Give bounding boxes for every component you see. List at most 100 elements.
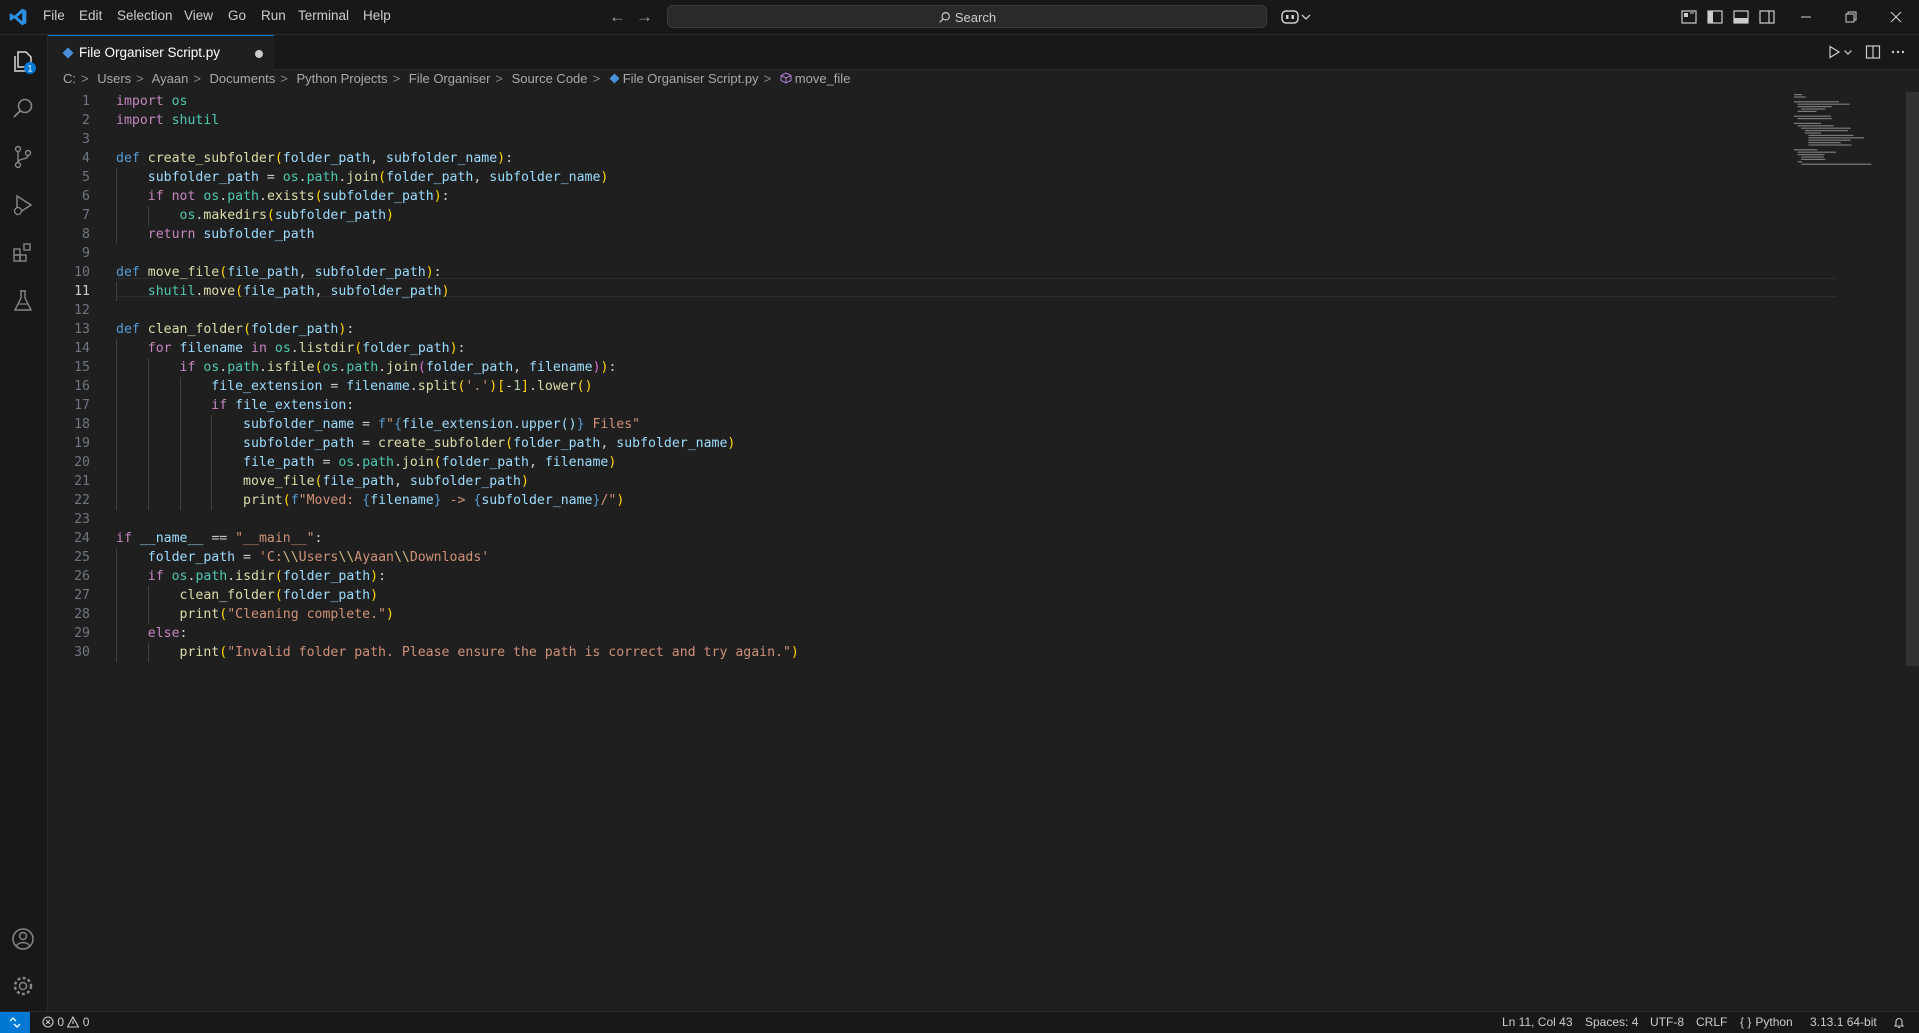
- code-line[interactable]: 28 print("Cleaning complete."): [48, 605, 1788, 624]
- minimize-icon[interactable]: [1797, 8, 1815, 26]
- testing-icon[interactable]: [10, 288, 36, 314]
- code-line[interactable]: 15 if os.path.isfile(os.path.join(folder…: [48, 358, 1788, 377]
- menu-edit[interactable]: Edit: [79, 8, 102, 23]
- tab-file-organiser-script[interactable]: File Organiser Script.py: [48, 35, 274, 70]
- code-line[interactable]: 25 folder_path = 'C:\\Users\\Ayaan\\Down…: [48, 548, 1788, 567]
- code-line[interactable]: 10 def move_file(file_path, subfolder_pat…: [48, 263, 1788, 282]
- code-line[interactable]: 24 if __name__ == "__main__":: [48, 529, 1788, 548]
- code-line[interactable]: 19 subfolder_path = create_subfolder(fol…: [48, 434, 1788, 453]
- code-line[interactable]: 6 if not os.path.exists(subfolder_path):: [48, 187, 1788, 206]
- unsaved-dot-icon[interactable]: [255, 50, 263, 58]
- code-line[interactable]: 16 file_extension = filename.split('.')[…: [48, 377, 1788, 396]
- toggle-panel-icon[interactable]: [1732, 8, 1750, 26]
- language-mode[interactable]: { } Python: [1740, 1015, 1793, 1029]
- source-control-icon[interactable]: [10, 144, 36, 170]
- bell-icon[interactable]: [1893, 1016, 1905, 1029]
- breadcrumb: C: > Users > Ayaan > Documents > Python Proj…: [63, 71, 851, 86]
- code-line[interactable]: 8 return subfolder_path: [48, 225, 1788, 244]
- breadcrumb-symbol[interactable]: move_file: [795, 71, 851, 86]
- line-number: 1: [82, 94, 90, 109]
- breadcrumb-file[interactable]: File Organiser Script.py: [623, 71, 759, 86]
- line-number: 9: [82, 246, 90, 261]
- breadcrumb-item[interactable]: Users: [97, 71, 131, 86]
- command-center-search[interactable]: Search: [667, 5, 1267, 28]
- search-view-icon[interactable]: [10, 96, 36, 122]
- line-number: 10: [74, 265, 90, 280]
- code-line[interactable]: 17 if file_extension:: [48, 396, 1788, 415]
- arrow-left-icon[interactable]: ←: [609, 7, 626, 27]
- breadcrumb-item[interactable]: Ayaan: [152, 71, 189, 86]
- manage-gear-icon[interactable]: [10, 973, 36, 999]
- code-line[interactable]: 14 for filename in os.listdir(folder_pat…: [48, 339, 1788, 358]
- code-line[interactable]: 4 def create_subfolder(folder_path, subfo…: [48, 149, 1788, 168]
- title-bar: File Edit Selection View Go Run Terminal…: [0, 0, 1919, 35]
- python-interpreter[interactable]: 3.13.1 64-bit: [1810, 1015, 1877, 1029]
- code-line[interactable]: 30 print("Invalid folder path. Please en…: [48, 643, 1788, 662]
- toggle-secondary-sidebar-icon[interactable]: [1758, 8, 1776, 26]
- remote-indicator[interactable]: [0, 1012, 30, 1033]
- code-line[interactable]: 5 subfolder_path = os.path.join(folder_p…: [48, 168, 1788, 187]
- code-line[interactable]: 23: [48, 510, 1788, 529]
- code-line[interactable]: 2 import shutil: [48, 111, 1788, 130]
- code-line[interactable]: 11 shutil.move(file_path, subfolder_path…: [48, 282, 1788, 301]
- breadcrumb-item[interactable]: Documents: [210, 71, 276, 86]
- vertical-scrollbar[interactable]: [1906, 92, 1919, 666]
- breadcrumb-item[interactable]: C:: [63, 71, 76, 86]
- indent-guide: [147, 586, 149, 605]
- line-number: 30: [74, 645, 90, 660]
- code-line[interactable]: 1 import os: [48, 92, 1788, 111]
- code-line[interactable]: 12: [48, 301, 1788, 320]
- run-debug-icon[interactable]: [10, 192, 36, 218]
- minimap[interactable]: [1790, 92, 1890, 172]
- toggle-primary-sidebar-icon[interactable]: [1706, 8, 1724, 26]
- code-line[interactable]: 29 else:: [48, 624, 1788, 643]
- menu-file[interactable]: File: [43, 8, 65, 23]
- run-icon[interactable]: [1826, 44, 1842, 60]
- layout-icon[interactable]: [1680, 8, 1698, 26]
- problems-indicator[interactable]: 0 0: [42, 1015, 89, 1029]
- more-actions-icon[interactable]: [1890, 44, 1906, 60]
- chevron-down-icon[interactable]: [1301, 8, 1311, 26]
- split-editor-icon[interactable]: [1865, 44, 1881, 60]
- code-line[interactable]: 26 if os.path.isdir(folder_path):: [48, 567, 1788, 586]
- menu-go[interactable]: Go: [228, 8, 246, 23]
- breadcrumb-item[interactable]: File Organiser: [409, 71, 491, 86]
- code-line[interactable]: 9: [48, 244, 1788, 263]
- explorer-icon[interactable]: 1: [10, 48, 36, 74]
- minimap-line: [1797, 103, 1850, 105]
- menu-help[interactable]: Help: [363, 8, 391, 23]
- indent-guide: [179, 377, 181, 396]
- arrow-right-icon[interactable]: →: [636, 7, 653, 27]
- menu-terminal[interactable]: Terminal: [298, 8, 349, 23]
- menu-view[interactable]: View: [184, 8, 213, 23]
- restore-icon[interactable]: [1842, 8, 1860, 26]
- end-of-line[interactable]: CRLF: [1696, 1015, 1727, 1029]
- code-line[interactable]: 22 print(f"Moved: {filename} -> {subfold…: [48, 491, 1788, 510]
- code-line[interactable]: 20 file_path = os.path.join(folder_path,…: [48, 453, 1788, 472]
- copilot-icon[interactable]: [1280, 8, 1300, 26]
- code-text: if __name__ == "__main__":: [116, 531, 323, 546]
- code-line[interactable]: 3: [48, 130, 1788, 149]
- indentation[interactable]: Spaces: 4: [1585, 1015, 1638, 1029]
- indent-guide: [147, 396, 149, 415]
- code-line[interactable]: 7 os.makedirs(subfolder_path): [48, 206, 1788, 225]
- explorer-badge: 1: [27, 64, 32, 74]
- breadcrumb-item[interactable]: Python Projects: [297, 71, 388, 86]
- breadcrumb-item[interactable]: Source Code: [512, 71, 588, 86]
- extensions-icon[interactable]: [10, 240, 36, 266]
- encoding[interactable]: UTF-8: [1650, 1015, 1684, 1029]
- code-line[interactable]: 18 subfolder_name = f"{file_extension.up…: [48, 415, 1788, 434]
- close-icon[interactable]: [1887, 8, 1905, 26]
- line-number: 20: [74, 455, 90, 470]
- code-line[interactable]: 13 def clean_folder(folder_path):: [48, 320, 1788, 339]
- account-icon[interactable]: [10, 926, 36, 952]
- menu-run[interactable]: Run: [261, 8, 286, 23]
- run-dropdown-chevron-icon[interactable]: [1843, 44, 1853, 60]
- code-line[interactable]: 27 clean_folder(folder_path): [48, 586, 1788, 605]
- indent-guide: [116, 168, 117, 187]
- menu-selection[interactable]: Selection: [117, 8, 173, 23]
- cursor-position[interactable]: Ln 11, Col 43: [1502, 1015, 1573, 1029]
- code-text: import shutil: [116, 113, 220, 128]
- code-editor[interactable]: 1 import os 2 import shutil 3 4 def create_sub…: [48, 92, 1908, 1010]
- code-line[interactable]: 21 move_file(file_path, subfolder_path): [48, 472, 1788, 491]
